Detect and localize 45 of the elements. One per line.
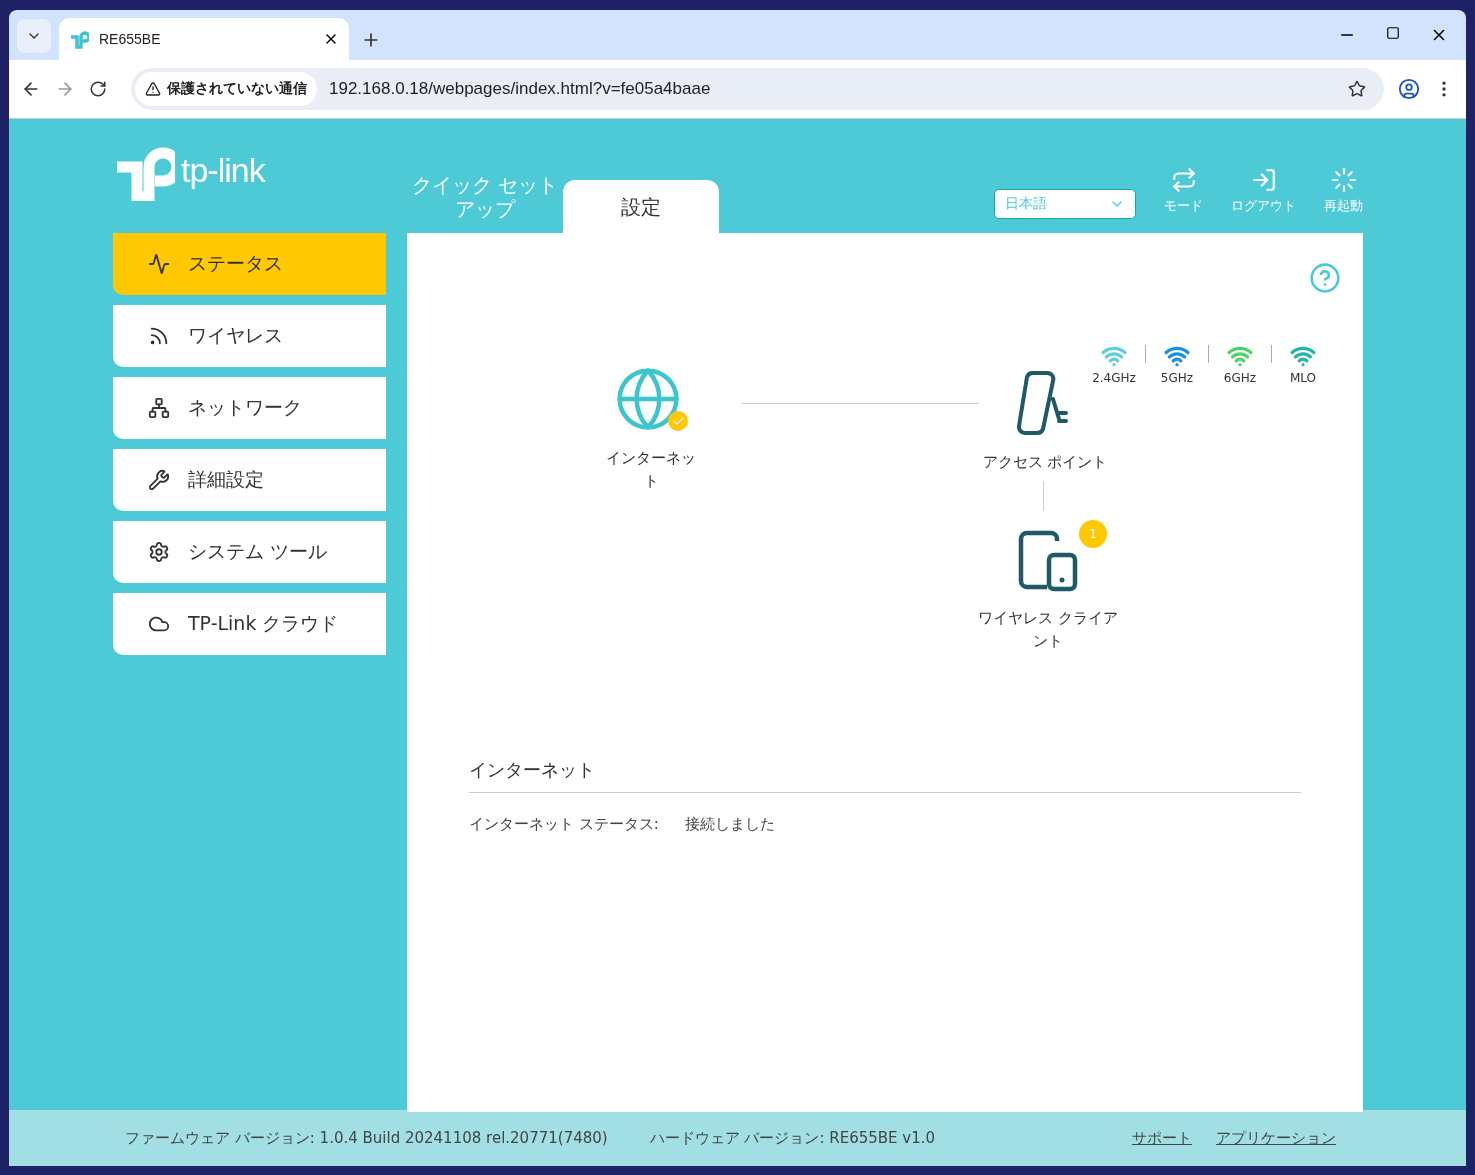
firmware-version: ファームウェア バージョン: 1.0.4 Build 20241108 rel.20771(7480) [125, 1128, 608, 1148]
profile-icon[interactable] [1398, 78, 1420, 100]
maximize-icon[interactable] [1386, 26, 1400, 40]
reload-icon[interactable] [89, 80, 107, 98]
spinner-icon [1330, 167, 1357, 193]
node-label: アクセス ポイント [981, 452, 1109, 473]
brand-logo-text: tp-link [181, 150, 265, 190]
node-label: インターネット [605, 448, 697, 492]
star-icon[interactable] [1348, 80, 1366, 98]
field-label: インターネット ステータス: [469, 815, 659, 834]
band-label: 6GHz [1223, 371, 1257, 385]
count-badge: 1 [1079, 520, 1107, 548]
sidebar-item[interactable]: システム ツール [113, 521, 386, 583]
devices-icon [1017, 529, 1079, 593]
browser-tab[interactable]: RE655BE [59, 18, 349, 60]
footer-link[interactable]: アプリケーション [1216, 1128, 1336, 1148]
band-label: 2.4GHz [1092, 371, 1136, 385]
url-text: 192.168.0.18/webpages/index.html?v=fe05a4baae [329, 79, 712, 99]
hardware-version: ハードウェア バージョン: RE655BE v1.0 [649, 1128, 936, 1148]
security-label: 保護されていない通信 [167, 80, 307, 98]
settings-icon [148, 541, 170, 563]
sidebar-item[interactable]: ワイヤレス [113, 305, 386, 367]
warning-icon [145, 81, 161, 97]
sidebar-item[interactable]: ネットワーク [113, 377, 386, 439]
logout-icon [1250, 167, 1277, 193]
band-label: 5GHz [1160, 371, 1194, 385]
sidebar-item[interactable]: TP-Link クラウド [113, 593, 386, 655]
sidebar-item[interactable]: ステータス [113, 233, 386, 295]
nav-tab[interactable]: 設定 [563, 180, 719, 233]
tab-title: RE655BE [99, 31, 162, 47]
security-chip[interactable]: 保護されていない通信 [135, 72, 317, 106]
network-icon [148, 397, 170, 419]
pulse-icon [148, 253, 170, 275]
node-label: ワイヤレス クライアント [977, 608, 1119, 652]
section-title: インターネット [469, 758, 1301, 793]
footer-link[interactable]: サポート [1132, 1128, 1192, 1148]
address-bar[interactable]: 保護されていない通信 192.168.0.18/webpages/index.html?v=fe05a4baae [131, 68, 1384, 110]
wrench-icon [148, 469, 170, 491]
swap-icon [1170, 167, 1197, 193]
field-value: 接続しました [684, 815, 775, 834]
tp-logo-icon [69, 29, 89, 49]
globe-icon [614, 365, 688, 433]
signal-icon [148, 325, 170, 347]
band-label: MLO [1289, 371, 1317, 385]
sidebar-item[interactable]: 詳細設定 [113, 449, 386, 511]
